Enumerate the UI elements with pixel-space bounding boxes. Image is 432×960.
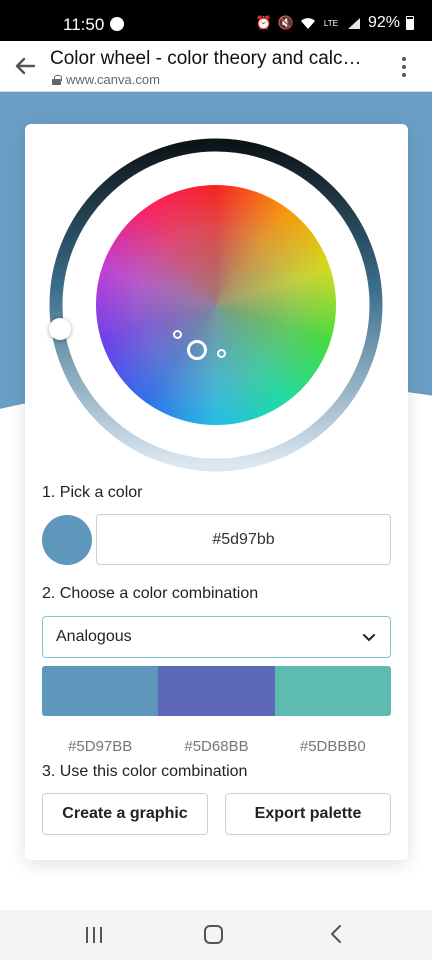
home-icon[interactable]: [204, 925, 223, 944]
selected-color-swatch[interactable]: [42, 515, 92, 565]
combination-select[interactable]: Analogous: [42, 616, 391, 658]
dot-icon: [402, 57, 406, 61]
chevron-down-icon: [363, 634, 375, 641]
hue-disc-overlay: [96, 185, 336, 425]
url-text: www.canva.com: [66, 72, 160, 87]
step-choose-label: 2. Choose a color combination: [42, 585, 259, 602]
brightness-slider-handle[interactable]: [49, 318, 71, 340]
battery-percent: 92%: [367, 14, 400, 31]
palette-hex-codes: #5D97BB #5D68BB #5DBBB0: [42, 738, 391, 755]
system-nav-bar: [0, 910, 432, 960]
step-pick-label: 1. Pick a color: [42, 484, 143, 501]
palette-swatch-1[interactable]: [42, 666, 159, 716]
messenger-icon: [110, 17, 124, 31]
mute-icon: 🔇: [277, 15, 295, 30]
combination-select-value: Analogous: [56, 628, 132, 645]
lte-icon: LTE: [323, 18, 338, 28]
color-marker[interactable]: [217, 349, 226, 358]
page-title: Color wheel - color theory and calc…: [50, 48, 362, 69]
signal-icon: [346, 16, 362, 30]
color-marker-main[interactable]: [187, 340, 207, 360]
wifi-icon: [300, 16, 316, 30]
url-row[interactable]: www.canva.com: [52, 72, 160, 87]
palette-hex-1: #5D97BB: [68, 738, 133, 755]
arrow-left-icon: [15, 57, 35, 75]
step-use-label: 3. Use this color combination: [42, 763, 248, 780]
palette-swatch-3[interactable]: [274, 666, 391, 716]
back-button[interactable]: [10, 51, 40, 81]
overflow-menu-button[interactable]: [392, 55, 416, 79]
hex-input[interactable]: #5d97bb: [96, 514, 391, 565]
status-icons: ⏰ 🔇 LTE 92%: [256, 14, 414, 32]
color-wheel[interactable]: [49, 138, 383, 472]
dot-icon: [402, 73, 406, 77]
nav-back-icon[interactable]: [326, 923, 346, 945]
palette-hex-2: #5D68BB: [184, 738, 249, 755]
browser-toolbar: Color wheel - color theory and calc… www…: [0, 41, 432, 92]
export-palette-button[interactable]: Export palette: [225, 793, 391, 835]
palette-swatches: [42, 666, 391, 716]
palette-hex-3: #5DBBB0: [299, 738, 366, 755]
recents-icon[interactable]: [86, 927, 102, 943]
status-time: 11:50: [63, 15, 105, 34]
create-graphic-button[interactable]: Create a graphic: [42, 793, 208, 835]
alarm-icon: ⏰: [255, 15, 273, 30]
status-bar: 11:50 ⏰ 🔇 LTE 92%: [0, 0, 432, 41]
screen: 11:50 ⏰ 🔇 LTE 92% Color wheel - color th…: [0, 0, 432, 960]
color-marker[interactable]: [173, 330, 182, 339]
battery-icon: [406, 16, 414, 30]
palette-swatch-2[interactable]: [158, 666, 275, 716]
dot-icon: [402, 65, 406, 69]
lock-icon: [52, 74, 62, 85]
